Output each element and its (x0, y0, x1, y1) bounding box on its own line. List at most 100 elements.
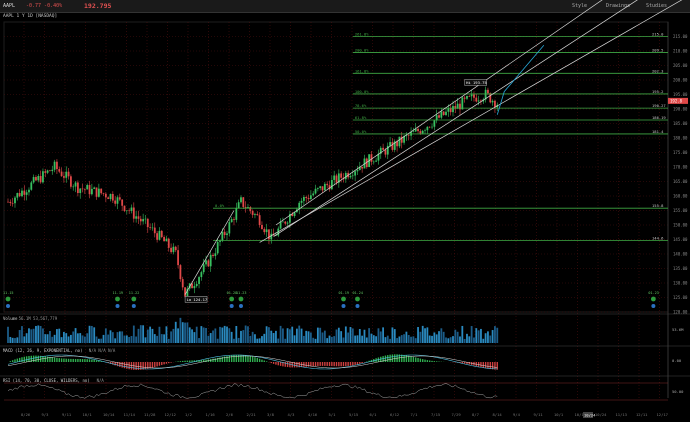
y-tick-label: 165.00 (673, 179, 688, 184)
candle-body (137, 216, 140, 219)
macd-histogram-bar (212, 358, 214, 362)
candle-body (233, 219, 235, 220)
x-tick-label: 7/1 (411, 412, 419, 417)
volume-bar (400, 335, 403, 343)
macd-histogram-bar (435, 361, 438, 362)
macd-histogram-bar (275, 362, 277, 365)
volume-bar (179, 317, 182, 343)
candle-body (235, 208, 238, 220)
y-tick-label: 170.00 (673, 165, 688, 170)
macd-histogram-bar (359, 362, 361, 364)
candle-body (412, 131, 415, 133)
volume-bar (65, 333, 68, 343)
macd-histogram-bar (226, 356, 228, 362)
y-tick-label: 135.00 (673, 266, 688, 271)
candle-body (470, 94, 473, 97)
macd-histogram-bar (279, 362, 282, 366)
macd-histogram-bar (77, 358, 79, 362)
volume-bar (123, 335, 126, 343)
macd-histogram-bar (130, 362, 133, 370)
y-tick-label: 155.00 (673, 208, 688, 213)
volume-bar (282, 328, 284, 343)
volume-bar (396, 338, 398, 343)
macd-histogram-bar (312, 362, 314, 367)
candle-body (74, 182, 77, 187)
macd-histogram-bar (123, 362, 126, 369)
macd-histogram-bar (352, 362, 354, 366)
candle-body (424, 130, 426, 131)
volume-bar (456, 331, 459, 343)
candle-body (209, 254, 212, 267)
panel-right-value: 50.00 (672, 389, 684, 394)
price-annotation: Lo 124.17 (187, 297, 208, 302)
volume-bar (195, 326, 198, 343)
event-marker-icon (5, 296, 11, 302)
candle-body (426, 126, 429, 131)
candle-body (487, 89, 489, 94)
candle-body (170, 247, 172, 253)
candle-body (340, 173, 343, 178)
macd-histogram-bar (65, 358, 67, 362)
volume-bar (128, 337, 131, 343)
candle-body (49, 170, 51, 172)
dividend-marker-icon (651, 304, 656, 308)
volume-bar (216, 338, 219, 343)
candle-body (268, 229, 270, 240)
volume-bar (125, 335, 128, 343)
macd-histogram-bar (91, 359, 93, 362)
candle-body (314, 188, 317, 194)
volume-bar (165, 326, 168, 343)
fib-level-value: 155.8 (652, 203, 664, 208)
x-tick-label: 1/2 (185, 412, 192, 417)
macd-histogram-bar (270, 362, 272, 364)
candle-body (174, 246, 177, 251)
volume-bar (491, 330, 494, 343)
macd-histogram-bar (35, 355, 37, 362)
candle-body (97, 188, 100, 197)
volume-bar (102, 334, 105, 343)
candle-body (249, 206, 252, 211)
candle-body (63, 176, 65, 178)
volume-bar (230, 331, 233, 343)
macd-histogram-bar (256, 357, 258, 362)
macd-histogram-bar (415, 357, 417, 362)
volume-bar (347, 332, 350, 343)
candle-body (370, 154, 373, 162)
volume-bar (202, 327, 205, 343)
event-marker-icon (650, 296, 656, 302)
candle-body (202, 264, 205, 273)
volume-bar (177, 328, 179, 343)
volume-bar (160, 334, 163, 343)
volume-bar (56, 329, 58, 343)
macd-histogram-bar (338, 362, 340, 367)
volume-bar (263, 333, 266, 343)
dividend-marker-icon (115, 304, 120, 308)
candle-body (491, 100, 494, 103)
fib-level-label: 0.0% (215, 203, 225, 208)
volume-bar (156, 335, 159, 343)
volume-bar (30, 329, 33, 343)
candle-body (431, 126, 433, 128)
macd-histogram-bar (489, 362, 491, 370)
x-tick-label: 3/8 (267, 412, 275, 417)
volume-bar (111, 332, 114, 343)
macd-histogram-bar (223, 356, 226, 362)
macd-histogram-bar (422, 359, 424, 362)
candle-body (223, 231, 226, 236)
candle-body (419, 131, 422, 134)
candle-body (114, 200, 117, 204)
x-tick-label: 8/7 (472, 412, 479, 417)
volume-bar (37, 325, 40, 343)
price-chart[interactable]: 215.00 210.00 205.00 200.00 195.00 190.00 185.… (0, 0, 690, 422)
candle-body (330, 179, 333, 190)
volume-bar (442, 331, 445, 343)
candle-body (72, 186, 75, 188)
macd-histogram-bar (428, 360, 431, 362)
macd-histogram-bar (142, 362, 144, 370)
candle-body (265, 229, 268, 233)
candle-body (494, 100, 496, 108)
volume-bar (174, 321, 177, 343)
volume-bar (235, 326, 238, 343)
macd-histogram-bar (58, 358, 60, 362)
volume-bar (473, 337, 475, 343)
